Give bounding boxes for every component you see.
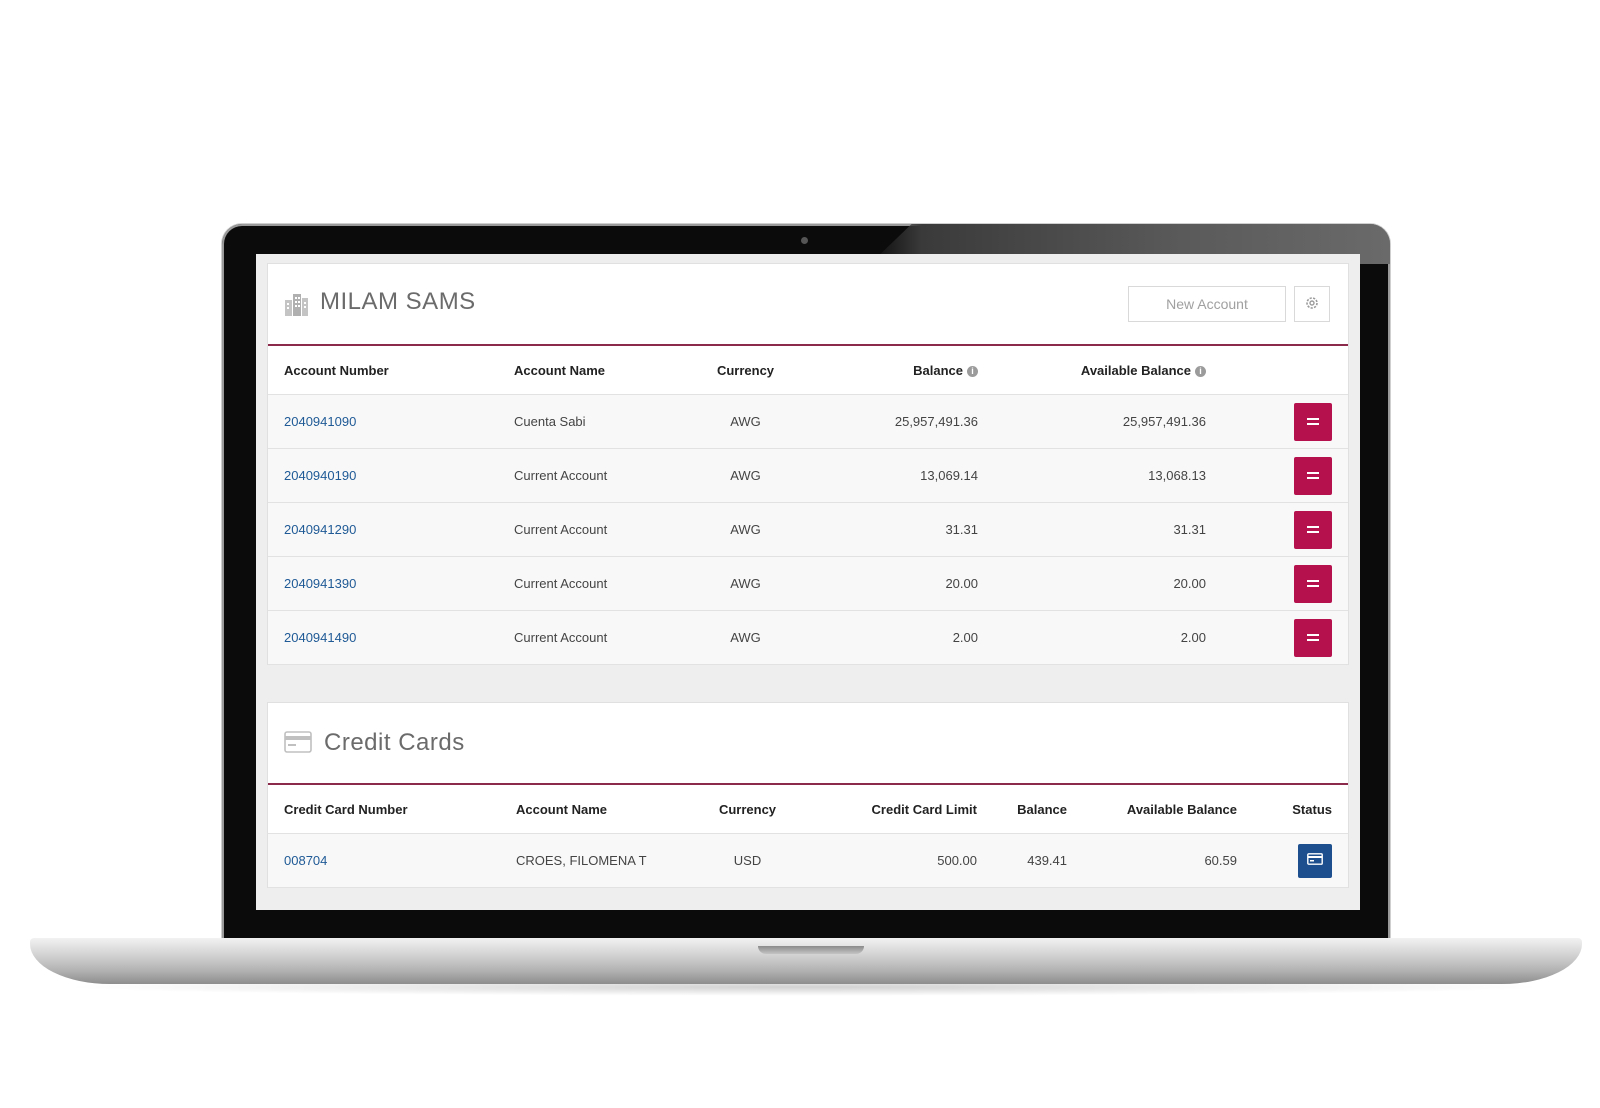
- account-currency: AWG: [688, 502, 803, 557]
- account-number-link[interactable]: 2040941290: [284, 522, 356, 537]
- account-number-link[interactable]: 2040941390: [284, 576, 356, 591]
- building-icon: [284, 292, 308, 321]
- account-balance: 2.00: [803, 610, 978, 665]
- account-available-balance: 2.00: [978, 610, 1206, 665]
- account-balance: 13,069.14: [803, 448, 978, 503]
- new-account-button[interactable]: New Account: [1128, 286, 1286, 322]
- account-available-balance: 20.00: [978, 556, 1206, 611]
- account-name: Current Account: [498, 610, 688, 665]
- card-account-name: CROES, FILOMENA T: [500, 833, 690, 888]
- col-actions: [1206, 346, 1348, 395]
- card-balance: 439.41: [977, 833, 1067, 888]
- account-available-balance: 25,957,491.36: [978, 394, 1206, 449]
- account-name: Current Account: [498, 502, 688, 557]
- table-row: 2040940190 Current Account AWG 13,069.14…: [268, 448, 1348, 503]
- menu-icon: [1307, 526, 1319, 528]
- page-title: MILAM SAMS: [320, 288, 476, 315]
- account-menu-button[interactable]: [1294, 618, 1332, 657]
- table-row: 2040941390 Current Account AWG 20.00 20.…: [268, 556, 1348, 611]
- credit-cards-header: Credit Cards: [268, 703, 1348, 785]
- account-name: Current Account: [498, 448, 688, 503]
- col-account-name: Account Name: [498, 346, 688, 395]
- accounts-header: MILAM SAMS New Account: [268, 264, 1348, 346]
- accounts-panel: MILAM SAMS New Account Account Number Ac…: [267, 263, 1349, 665]
- col-card-number: Credit Card Number: [268, 785, 500, 834]
- account-number-link[interactable]: 2040940190: [284, 468, 356, 483]
- table-row: 2040941490 Current Account AWG 2.00 2.00: [268, 610, 1348, 665]
- camera-icon: [801, 237, 808, 244]
- credit-cards-table: Credit Card Number Account Name Currency…: [268, 785, 1348, 888]
- col-card-currency: Currency: [690, 785, 805, 834]
- account-menu-button[interactable]: [1294, 456, 1332, 495]
- col-available-balance-label: Available Balance: [1080, 362, 1191, 378]
- col-currency: Currency: [688, 346, 803, 395]
- info-icon[interactable]: i: [967, 365, 978, 377]
- account-name: Current Account: [498, 556, 688, 611]
- accounts-table-header: Account Number Account Name Currency Bal…: [268, 346, 1348, 395]
- account-menu-button[interactable]: [1294, 564, 1332, 603]
- account-menu-button[interactable]: [1294, 510, 1332, 549]
- account-number-link[interactable]: 2040941490: [284, 630, 356, 645]
- account-balance: 25,957,491.36: [803, 394, 978, 449]
- col-balance-label: Balance: [913, 362, 963, 378]
- table-row: 2040941290 Current Account AWG 31.31 31.…: [268, 502, 1348, 557]
- gear-icon: [1304, 295, 1320, 314]
- col-available-balance: Available Balance i: [978, 346, 1206, 395]
- col-card-status: Status: [1237, 785, 1348, 834]
- card-limit: 500.00: [805, 833, 977, 888]
- screen: MILAM SAMS New Account Account Number Ac…: [256, 254, 1360, 910]
- credit-cards-table-header: Credit Card Number Account Name Currency…: [268, 785, 1348, 834]
- col-balance: Balance i: [803, 346, 978, 395]
- col-card-account-name: Account Name: [500, 785, 690, 834]
- col-card-limit: Credit Card Limit: [805, 785, 977, 834]
- table-row: 008704 CROES, FILOMENA T USD 500.00 439.…: [268, 833, 1348, 888]
- info-icon[interactable]: i: [1195, 365, 1206, 377]
- menu-icon: [1307, 418, 1319, 420]
- account-available-balance: 13,068.13: [978, 448, 1206, 503]
- account-currency: AWG: [688, 556, 803, 611]
- accounts-table: Account Number Account Name Currency Bal…: [268, 346, 1348, 665]
- section-title: Credit Cards: [324, 729, 465, 756]
- card-available-balance: 60.59: [1067, 833, 1237, 888]
- col-card-balance: Balance: [977, 785, 1067, 834]
- account-name: Cuenta Sabi: [498, 394, 688, 449]
- menu-icon: [1307, 634, 1319, 636]
- account-available-balance: 31.31: [978, 502, 1206, 557]
- menu-icon: [1307, 580, 1319, 582]
- account-currency: AWG: [688, 610, 803, 665]
- col-account-number: Account Number: [268, 346, 498, 395]
- menu-icon: [1307, 472, 1319, 474]
- credit-cards-panel: Credit Cards Credit Card Number Account …: [267, 702, 1349, 888]
- account-currency: AWG: [688, 448, 803, 503]
- account-balance: 20.00: [803, 556, 978, 611]
- account-currency: AWG: [688, 394, 803, 449]
- account-menu-button[interactable]: [1294, 402, 1332, 441]
- table-row: 2040941090 Cuenta Sabi AWG 25,957,491.36…: [268, 394, 1348, 449]
- account-balance: 31.31: [803, 502, 978, 557]
- settings-button[interactable]: [1294, 286, 1330, 322]
- card-number-link[interactable]: 008704: [284, 853, 327, 868]
- col-card-available-balance: Available Balance: [1067, 785, 1237, 834]
- laptop-base: [30, 938, 1582, 984]
- card-currency: USD: [690, 833, 805, 888]
- credit-card-icon: [1307, 853, 1323, 868]
- credit-card-icon: [284, 731, 312, 758]
- card-status-button[interactable]: [1298, 843, 1332, 878]
- laptop-notch: [758, 946, 864, 954]
- account-number-link[interactable]: 2040941090: [284, 414, 356, 429]
